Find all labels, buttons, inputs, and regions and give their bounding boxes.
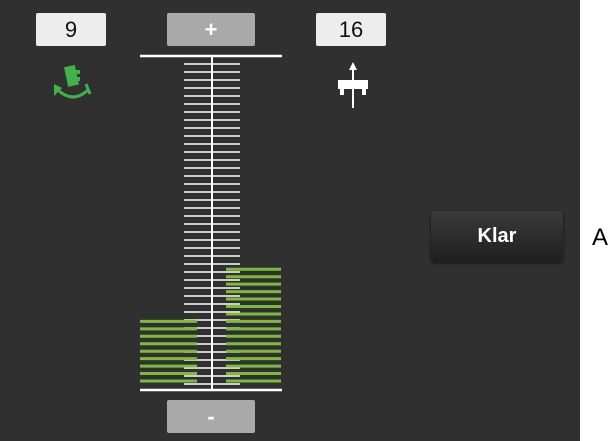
- side-label: A: [592, 224, 609, 251]
- decrease-button[interactable]: -: [167, 400, 255, 433]
- klar-button[interactable]: Klar: [431, 211, 563, 262]
- control-panel: 9 + 16 - Klar: [0, 0, 580, 441]
